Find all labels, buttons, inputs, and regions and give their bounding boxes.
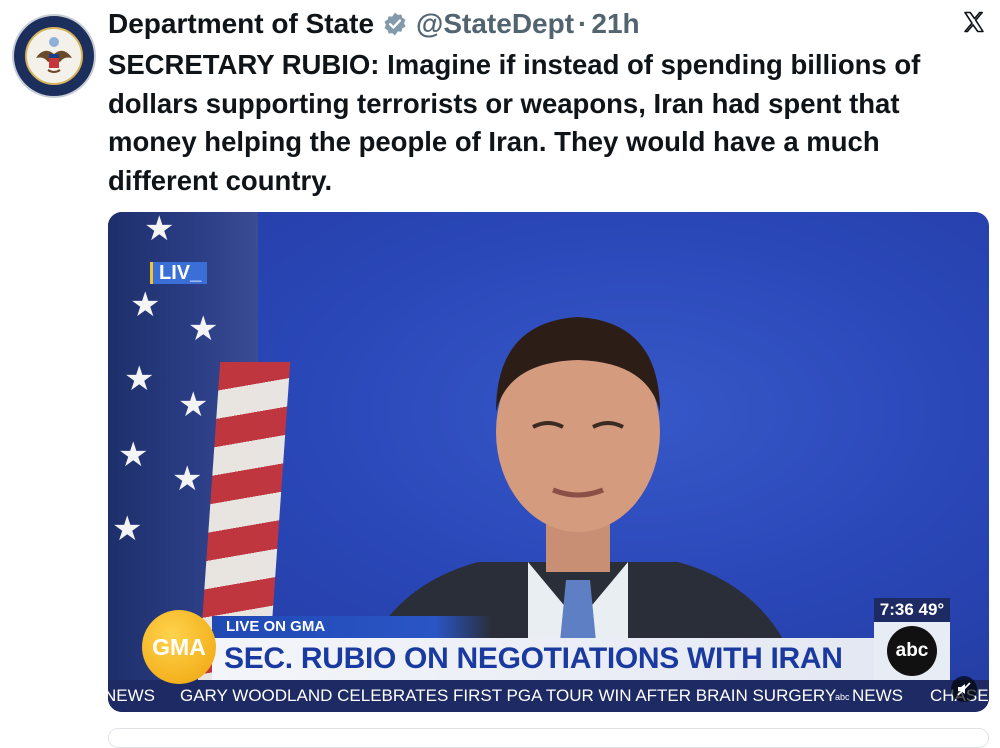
flag-star: ★	[112, 510, 143, 548]
author-name[interactable]: Department of State	[108, 8, 374, 40]
flag-star: ★	[144, 212, 175, 248]
flag-star: ★	[178, 386, 209, 424]
verified-badge-icon[interactable]	[382, 11, 408, 37]
ticker-brand: NEWS	[852, 686, 903, 705]
time-temperature: 7:36 49°	[874, 598, 950, 622]
muted-speaker-icon[interactable]	[951, 676, 977, 702]
department-of-state-seal-icon	[15, 17, 93, 95]
abc-news-mini-icon: abc	[835, 692, 850, 702]
program-label: LIVE ON GMA	[212, 616, 492, 638]
author-handle[interactable]: @StateDept	[416, 8, 574, 40]
flag-star: ★	[124, 360, 155, 398]
abc-logo: abc	[887, 626, 937, 676]
network-logo-box: abc	[874, 622, 950, 680]
flag-star: ★	[188, 310, 219, 348]
flag-star: ★	[130, 286, 161, 324]
news-ticker: NEWS GARY WOODLAND CELEBRATES FIRST PGA …	[108, 680, 989, 712]
flag-star: ★	[172, 460, 203, 498]
gma-logo: GMA	[142, 610, 216, 684]
next-card-edge	[108, 728, 989, 748]
ticker-story: GARY WOODLAND CELEBRATES FIRST PGA TOUR …	[180, 686, 837, 705]
chyron-headline: SEC. RUBIO ON NEGOTIATIONS WITH IRAN	[212, 638, 874, 680]
video-player[interactable]: ★ ★ ★ ★ ★ ★ ★ ★ LIV_ 7:36 49° abc GMA LI…	[108, 212, 989, 712]
ticker-fragment: NEWS	[108, 686, 155, 705]
flag-star: ★	[118, 436, 149, 474]
separator-dot: ·	[578, 8, 588, 39]
post-header: Department of State @StateDept · 21h	[108, 6, 640, 42]
post-text: SECRETARY RUBIO: Imagine if instead of s…	[108, 49, 921, 196]
live-badge: LIV_	[150, 262, 208, 284]
avatar[interactable]	[12, 14, 96, 98]
post-timestamp[interactable]: 21h	[591, 8, 639, 40]
x-logo-icon[interactable]	[962, 10, 986, 34]
